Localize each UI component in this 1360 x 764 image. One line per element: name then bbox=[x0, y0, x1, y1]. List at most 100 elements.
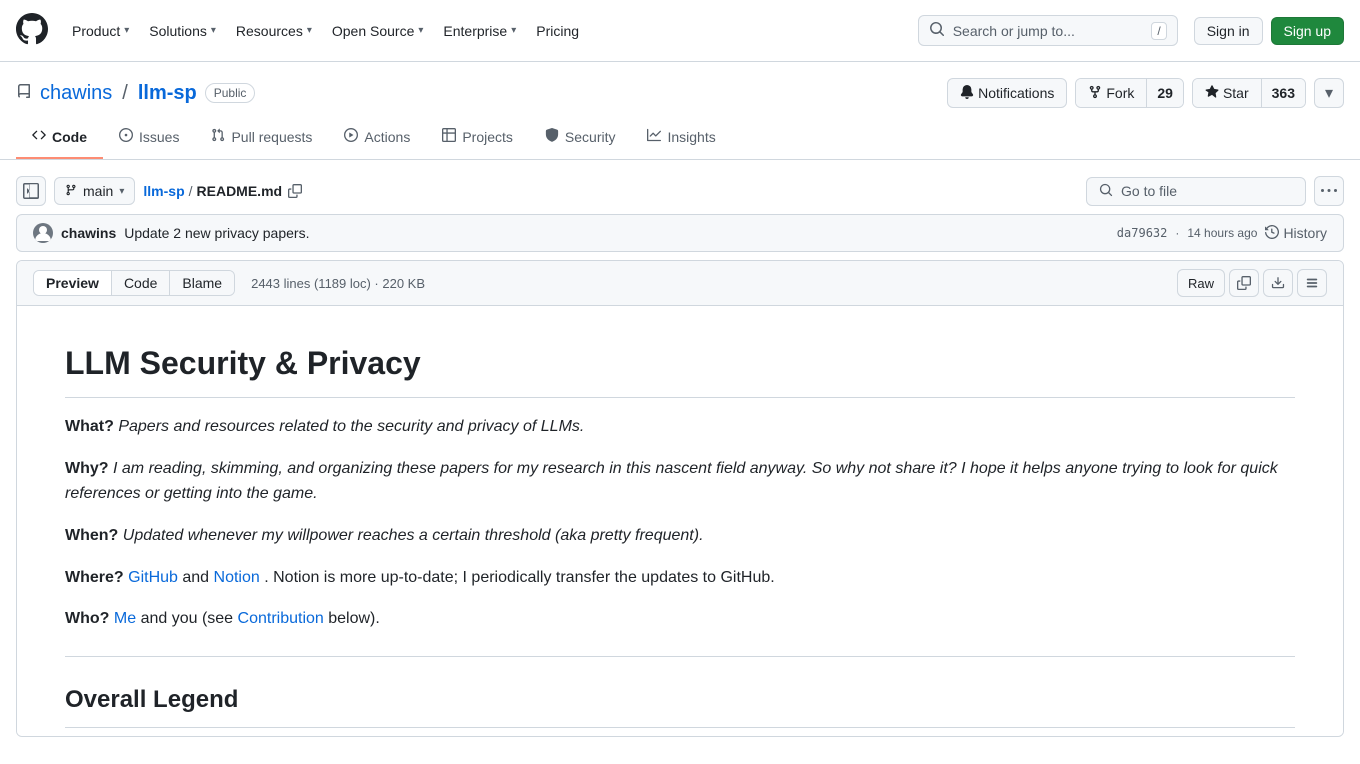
readme-title: LLM Security & Privacy bbox=[65, 338, 1295, 398]
where-suffix: . Notion is more up-to-date; I periodica… bbox=[264, 569, 774, 586]
breadcrumb-separator: / bbox=[189, 183, 193, 199]
code-icon bbox=[32, 128, 46, 145]
chevron-down-icon: ▾ bbox=[211, 25, 216, 36]
search-bar[interactable]: Search or jump to... / bbox=[918, 15, 1178, 46]
top-nav: Product ▾ Solutions ▾ Resources ▾ Open S… bbox=[0, 0, 1360, 62]
tab-actions-label: Actions bbox=[364, 129, 410, 145]
breadcrumb-file: README.md bbox=[197, 183, 283, 199]
who-paragraph: Who? Me and you (see Contribution below)… bbox=[65, 606, 1295, 632]
tab-code-label: Code bbox=[52, 129, 87, 145]
repo-separator: / bbox=[122, 82, 128, 105]
notifications-button[interactable]: Notifications bbox=[947, 78, 1067, 108]
raw-button[interactable]: Raw bbox=[1177, 269, 1225, 297]
fork-label: Fork bbox=[1106, 85, 1134, 101]
file-stats: 2443 lines (1189 loc) · 220 KB bbox=[251, 276, 425, 291]
tab-code[interactable]: Code bbox=[16, 116, 103, 159]
more-options-button[interactable]: ▾ bbox=[1314, 78, 1344, 108]
shield-icon bbox=[545, 128, 559, 145]
tab-security-label: Security bbox=[565, 129, 616, 145]
avatar bbox=[33, 223, 53, 243]
commit-row: chawins Update 2 new privacy papers. da7… bbox=[16, 214, 1344, 252]
who-label: Who? bbox=[65, 610, 109, 627]
auth-buttons: Sign in Sign up bbox=[1194, 17, 1344, 45]
tab-insights[interactable]: Insights bbox=[631, 116, 731, 159]
branch-selector[interactable]: main ▾ bbox=[54, 177, 135, 205]
copy-path-button[interactable] bbox=[286, 182, 304, 200]
goto-file-search[interactable]: Go to file bbox=[1086, 177, 1306, 206]
nav-pricing[interactable]: Pricing bbox=[528, 17, 587, 45]
bell-icon bbox=[960, 85, 974, 102]
why-paragraph: Why? I am reading, skimming, and organiz… bbox=[65, 456, 1295, 507]
tab-security[interactable]: Security bbox=[529, 116, 632, 159]
notion-link[interactable]: Notion bbox=[214, 569, 260, 586]
sidebar-toggle-button[interactable] bbox=[16, 176, 46, 206]
nav-product[interactable]: Product ▾ bbox=[64, 17, 137, 45]
where-and: and bbox=[182, 569, 213, 586]
nav-solutions[interactable]: Solutions ▾ bbox=[141, 17, 224, 45]
outline-button[interactable] bbox=[1297, 269, 1327, 297]
search-icon bbox=[1099, 183, 1113, 200]
breadcrumb-root-link[interactable]: llm-sp bbox=[143, 183, 184, 199]
fork-button-group: Fork 29 bbox=[1075, 78, 1184, 108]
what-text-em: Papers and resources related to the secu… bbox=[118, 418, 584, 435]
commit-sha: da79632 bbox=[1117, 226, 1168, 240]
file-toolbar: main ▾ llm-sp / README.md Go to file bbox=[0, 160, 1360, 214]
download-button[interactable] bbox=[1263, 269, 1293, 297]
blame-button[interactable]: Blame bbox=[170, 271, 234, 295]
contribution-link[interactable]: Contribution bbox=[238, 610, 324, 627]
when-paragraph: When? Updated whenever my willpower reac… bbox=[65, 523, 1295, 549]
content-divider bbox=[65, 656, 1295, 657]
notifications-label: Notifications bbox=[978, 85, 1054, 101]
when-label: When? bbox=[65, 527, 118, 544]
where-label: Where? bbox=[65, 569, 124, 586]
nav-enterprise[interactable]: Enterprise ▾ bbox=[435, 17, 524, 45]
copy-raw-button[interactable] bbox=[1229, 269, 1259, 297]
branch-icon bbox=[65, 183, 77, 199]
what-paragraph: What? Papers and resources related to th… bbox=[65, 414, 1295, 440]
what-label: What? bbox=[65, 418, 114, 435]
chevron-down-icon: ▾ bbox=[418, 25, 423, 36]
github-link[interactable]: GitHub bbox=[128, 569, 178, 586]
visibility-badge: Public bbox=[205, 83, 256, 103]
fork-icon bbox=[1088, 85, 1102, 102]
sign-in-button[interactable]: Sign in bbox=[1194, 17, 1263, 45]
star-button[interactable]: Star bbox=[1193, 79, 1261, 107]
fork-button[interactable]: Fork bbox=[1076, 79, 1146, 107]
chevron-down-icon: ▾ bbox=[307, 25, 312, 36]
more-file-options-button[interactable] bbox=[1314, 176, 1344, 206]
why-text: I am reading, skimming, and organizing t… bbox=[65, 460, 1278, 503]
code-view-button[interactable]: Code bbox=[112, 271, 170, 295]
star-label: Star bbox=[1223, 85, 1249, 101]
goto-file-placeholder: Go to file bbox=[1121, 183, 1177, 199]
tab-actions[interactable]: Actions bbox=[328, 116, 426, 159]
file-content: LLM Security & Privacy What? Papers and … bbox=[17, 306, 1343, 736]
sign-up-button[interactable]: Sign up bbox=[1271, 17, 1344, 45]
tab-pull-requests[interactable]: Pull requests bbox=[195, 116, 328, 159]
nav-open-source[interactable]: Open Source ▾ bbox=[324, 17, 432, 45]
tab-issues-label: Issues bbox=[139, 129, 179, 145]
breadcrumb: llm-sp / README.md bbox=[143, 182, 304, 200]
history-label: History bbox=[1283, 225, 1327, 241]
when-text: Updated whenever my willpower reaches a … bbox=[123, 527, 704, 544]
me-link[interactable]: Me bbox=[114, 610, 136, 627]
file-viewer: Preview Code Blame 2443 lines (1189 loc)… bbox=[16, 260, 1344, 737]
star-count: 363 bbox=[1261, 79, 1305, 107]
search-slash-badge: / bbox=[1151, 22, 1166, 40]
tab-insights-label: Insights bbox=[667, 129, 715, 145]
history-link[interactable]: History bbox=[1265, 225, 1327, 242]
who-text: and you (see bbox=[141, 610, 238, 627]
repo-name-link[interactable]: llm-sp bbox=[138, 82, 197, 105]
github-logo[interactable] bbox=[16, 13, 48, 48]
pull-request-icon bbox=[211, 128, 225, 145]
commit-message-link[interactable]: Update 2 new privacy papers. bbox=[124, 225, 309, 241]
tab-projects[interactable]: Projects bbox=[426, 116, 529, 159]
tab-issues[interactable]: Issues bbox=[103, 116, 195, 159]
table-icon bbox=[442, 128, 456, 145]
search-icon bbox=[929, 21, 945, 40]
star-icon bbox=[1205, 85, 1219, 102]
repo-owner-link[interactable]: chawins bbox=[40, 82, 112, 105]
preview-button[interactable]: Preview bbox=[34, 271, 112, 295]
nav-resources[interactable]: Resources ▾ bbox=[228, 17, 320, 45]
where-paragraph: Where? GitHub and Notion . Notion is mor… bbox=[65, 565, 1295, 591]
repo-header: chawins / llm-sp Public Notifications Fo… bbox=[0, 62, 1360, 108]
